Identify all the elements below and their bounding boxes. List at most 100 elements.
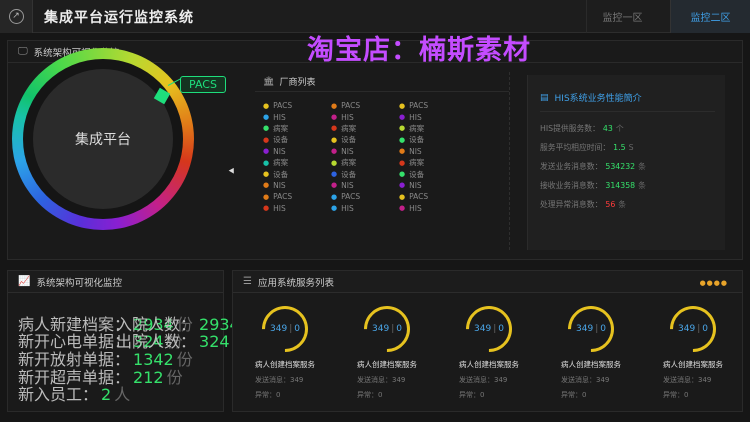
metric-unit: 条 — [618, 200, 627, 209]
vendor-label: 设备 — [409, 169, 425, 179]
vendor-item[interactable]: ● 病案 — [263, 123, 331, 134]
vendor-item[interactable]: ● 设备 — [331, 134, 399, 145]
vendor-label: 病案 — [273, 158, 289, 168]
vendor-item[interactable]: ● NIS — [263, 180, 331, 191]
status-dot-icon: ● — [331, 158, 338, 167]
service-card[interactable]: 349 | 0 病人创建档案服务 发送消息：349 异常：0 — [558, 296, 637, 400]
his-panel-header: ▤ HIS系统业务性能簡介 — [540, 91, 642, 105]
vendor-item[interactable]: ● NIS — [399, 146, 467, 157]
stat-value: 324 — [199, 332, 230, 351]
vendor-item[interactable]: ● 病案 — [331, 157, 399, 168]
more-dots-icon[interactable]: ●●●● — [700, 279, 728, 287]
stat-unit: 份 — [166, 368, 183, 387]
vendor-label: 设备 — [273, 169, 289, 179]
metric-value: 534232 — [605, 162, 636, 171]
vendor-item[interactable]: ● NIS — [331, 146, 399, 157]
service-gauge: 349 | 0 — [252, 296, 318, 362]
status-dot-icon: ● — [331, 147, 338, 156]
vendor-item[interactable]: ● PACS — [263, 100, 331, 111]
vendor-item[interactable]: ● PACS — [399, 100, 467, 111]
app-logo[interactable]: ↗ — [0, 0, 33, 33]
his-metric-row: 发送业务消息数： 534232 条 — [540, 161, 646, 172]
vendor-item[interactable]: ● 病案 — [399, 157, 467, 168]
vendor-grid: ● PACS ● PACS ● PACS ● HIS ● HIS ● HIS ● 病案 ● 病案 ● 病案 ● 设备 ●… — [263, 100, 467, 214]
status-dot-icon: ● — [399, 113, 406, 122]
status-dot-icon: ● — [263, 113, 270, 122]
gauge-value: 349 | 0 — [474, 324, 504, 334]
status-dot-icon: ● — [331, 204, 338, 213]
vendor-item[interactable]: ● HIS — [263, 111, 331, 122]
service-sent: 发送消息：349 — [255, 376, 304, 384]
gauge-value: 349 | 0 — [372, 324, 402, 334]
service-card[interactable]: 349 | 0 病人创建档案服务 发送消息：349 异常：0 — [660, 296, 739, 400]
status-dot-icon: ● — [263, 147, 270, 156]
service-card[interactable]: 349 | 0 病人创建档案服务 发送消息：349 异常：0 — [252, 296, 331, 400]
pacs-tag[interactable]: PACS — [180, 76, 226, 93]
metric-label: 处理异常消息数： — [540, 200, 603, 209]
message-count: 349 — [270, 324, 288, 334]
metric-value: 43 — [602, 124, 613, 133]
vendor-label: PACS — [409, 101, 429, 111]
service-abnormal: 异常：0 — [459, 391, 485, 399]
service-name: 病人创建档案服务 — [459, 360, 519, 369]
vendor-label: PACS — [341, 101, 361, 111]
metric-label: HIS提供服务数： — [540, 124, 600, 133]
vendor-item[interactable]: ● 病案 — [263, 157, 331, 168]
his-performance-panel: ▤ HIS系统业务性能簡介 HIS提供服务数： 43 个服务平均相应时间： 1.5 S 发… — [527, 75, 725, 250]
vendor-label: PACS — [273, 101, 293, 111]
vendor-item[interactable]: ● 设备 — [331, 168, 399, 179]
vendor-label: 病案 — [409, 158, 425, 168]
vendor-item[interactable]: ● HIS — [399, 203, 467, 214]
vendor-item[interactable]: ● HIS — [331, 203, 399, 214]
metric-label: 服务平均相应时间： — [540, 143, 611, 152]
vendor-item[interactable]: ● NIS — [263, 146, 331, 157]
vendor-label: 设备 — [409, 135, 425, 145]
service-name: 病人创建档案服务 — [357, 360, 417, 369]
vendor-item[interactable]: ● HIS — [399, 111, 467, 122]
document-icon: ▤ — [540, 92, 549, 103]
status-dot-icon: ● — [263, 170, 270, 179]
status-dot-icon: ● — [399, 181, 406, 190]
vendor-item[interactable]: ● NIS — [331, 180, 399, 191]
service-list-panel: ☰ 应用系统服务列表 ●●●● 349 | 0 病人创建档案服务 发送消息：349 异常：… — [232, 270, 743, 412]
platform-ring[interactable]: 集成平台 — [12, 48, 194, 230]
vendor-label: NIS — [409, 146, 422, 156]
status-dot-icon: ● — [331, 113, 338, 122]
stat-unit: 人 — [114, 385, 131, 404]
status-dot-icon: ● — [399, 124, 406, 133]
status-dot-icon: ● — [263, 192, 270, 201]
vendor-item[interactable]: ● 设备 — [399, 134, 467, 145]
metric-unit: S — [628, 143, 634, 152]
service-card[interactable]: 349 | 0 病人创建档案服务 发送消息：349 异常：0 — [354, 296, 433, 400]
vendor-item[interactable]: ● HIS — [331, 111, 399, 122]
service-name: 病人创建档案服务 — [561, 360, 621, 369]
status-dot-icon: ● — [263, 181, 270, 190]
status-dot-icon: ● — [399, 147, 406, 156]
metric-label: 接收业务消息数： — [540, 181, 603, 190]
vendor-item[interactable]: ● PACS — [263, 191, 331, 202]
his-metric-row: HIS提供服务数： 43 个 — [540, 123, 624, 134]
service-card[interactable]: 349 | 0 病人创建档案服务 发送消息：349 异常：0 — [456, 296, 535, 400]
vendor-item[interactable]: ● PACS — [331, 100, 399, 111]
panel-title: 应用系统服务列表 — [257, 277, 334, 289]
vendor-item[interactable]: ● 设备 — [263, 134, 331, 145]
tab-zone-1[interactable]: 监控一区 — [586, 0, 658, 33]
vendor-label: NIS — [341, 146, 354, 156]
vendor-list-header: 🏛 厂商列表 — [255, 72, 509, 92]
vendor-item[interactable]: ● 设备 — [263, 168, 331, 179]
vendor-item[interactable]: ● 设备 — [399, 168, 467, 179]
vendor-item[interactable]: ● NIS — [399, 180, 467, 191]
vendor-label: 设备 — [341, 135, 357, 145]
status-dot-icon: ● — [331, 170, 338, 179]
gauge-value: 349 | 0 — [678, 324, 708, 334]
ring-center: 集成平台 — [33, 69, 173, 209]
app-title: 集成平台运行监控系统 — [44, 10, 194, 26]
vendor-item[interactable]: ● 病案 — [331, 123, 399, 134]
service-name: 病人创建档案服务 — [663, 360, 723, 369]
message-count: 349 — [678, 324, 696, 334]
vendor-item[interactable]: ● PACS — [331, 191, 399, 202]
vendor-item[interactable]: ● 病案 — [399, 123, 467, 134]
vendor-item[interactable]: ● HIS — [263, 203, 331, 214]
vendor-item[interactable]: ● PACS — [399, 191, 467, 202]
tab-zone-2[interactable]: 监控二区 — [670, 0, 750, 33]
